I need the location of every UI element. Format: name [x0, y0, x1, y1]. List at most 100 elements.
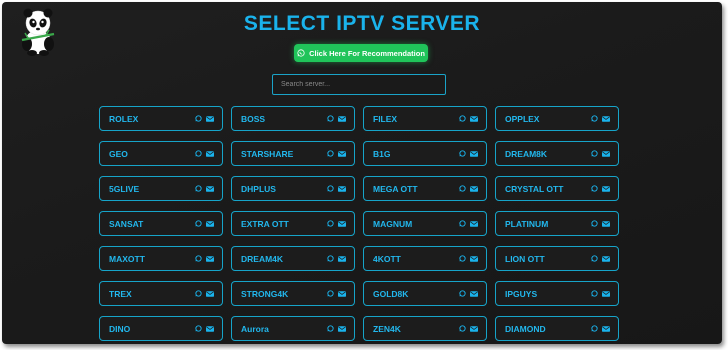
- server-name: BOSS: [241, 113, 266, 124]
- whatsapp-icon[interactable]: [327, 220, 334, 227]
- server-card[interactable]: DINO: [99, 316, 223, 341]
- server-card[interactable]: BOSS: [231, 106, 355, 131]
- mail-icon[interactable]: [470, 325, 478, 332]
- whatsapp-icon[interactable]: [195, 290, 202, 297]
- mail-icon[interactable]: [338, 150, 346, 157]
- mail-icon[interactable]: [602, 220, 610, 227]
- server-contact-icons: [591, 325, 610, 332]
- mail-icon[interactable]: [206, 220, 214, 227]
- server-card[interactable]: 5GLIVE: [99, 176, 223, 201]
- mail-icon[interactable]: [602, 325, 610, 332]
- server-name: TREX: [109, 288, 132, 299]
- server-card[interactable]: TREX: [99, 281, 223, 306]
- server-card[interactable]: LION OTT: [495, 246, 619, 271]
- server-card[interactable]: DIAMOND: [495, 316, 619, 341]
- server-contact-icons: [327, 185, 346, 192]
- whatsapp-icon[interactable]: [591, 290, 598, 297]
- server-card[interactable]: ROLEX: [99, 106, 223, 131]
- server-contact-icons: [591, 185, 610, 192]
- whatsapp-icon[interactable]: [327, 290, 334, 297]
- server-card[interactable]: 4KOTT: [363, 246, 487, 271]
- whatsapp-icon[interactable]: [591, 325, 598, 332]
- server-card[interactable]: B1G: [363, 141, 487, 166]
- whatsapp-icon[interactable]: [459, 325, 466, 332]
- whatsapp-icon[interactable]: [327, 325, 334, 332]
- server-card[interactable]: MEGA OTT: [363, 176, 487, 201]
- recommendation-button-label: Click Here For Recommendation: [309, 48, 425, 58]
- whatsapp-icon[interactable]: [591, 185, 598, 192]
- whatsapp-icon[interactable]: [459, 220, 466, 227]
- mail-icon[interactable]: [338, 115, 346, 122]
- server-contact-icons: [195, 255, 214, 262]
- mail-icon[interactable]: [206, 150, 214, 157]
- whatsapp-icon[interactable]: [195, 150, 202, 157]
- mail-icon[interactable]: [470, 255, 478, 262]
- server-card[interactable]: EXTRA OTT: [231, 211, 355, 236]
- server-card[interactable]: DREAM8K: [495, 141, 619, 166]
- server-card[interactable]: IPGUYS: [495, 281, 619, 306]
- server-card[interactable]: ZEN4K: [363, 316, 487, 341]
- whatsapp-icon[interactable]: [459, 185, 466, 192]
- server-card[interactable]: GOLD8K: [363, 281, 487, 306]
- mail-icon[interactable]: [602, 115, 610, 122]
- server-card[interactable]: FILEX: [363, 106, 487, 131]
- server-card[interactable]: PLATINUM: [495, 211, 619, 236]
- whatsapp-icon[interactable]: [591, 220, 598, 227]
- whatsapp-icon[interactable]: [195, 255, 202, 262]
- server-card[interactable]: DREAM4K: [231, 246, 355, 271]
- mail-icon[interactable]: [206, 325, 214, 332]
- server-card[interactable]: SANSAT: [99, 211, 223, 236]
- whatsapp-icon: [297, 49, 305, 57]
- whatsapp-icon[interactable]: [591, 150, 598, 157]
- server-card[interactable]: MAXOTT: [99, 246, 223, 271]
- mail-icon[interactable]: [470, 115, 478, 122]
- server-card[interactable]: CRYSTAL OTT: [495, 176, 619, 201]
- mail-icon[interactable]: [338, 255, 346, 262]
- mail-icon[interactable]: [602, 185, 610, 192]
- mail-icon[interactable]: [602, 150, 610, 157]
- mail-icon[interactable]: [470, 290, 478, 297]
- whatsapp-icon[interactable]: [195, 325, 202, 332]
- mail-icon[interactable]: [470, 150, 478, 157]
- mail-icon[interactable]: [206, 115, 214, 122]
- mail-icon[interactable]: [338, 220, 346, 227]
- whatsapp-icon[interactable]: [459, 290, 466, 297]
- mail-icon[interactable]: [602, 255, 610, 262]
- whatsapp-icon[interactable]: [459, 255, 466, 262]
- server-contact-icons: [591, 220, 610, 227]
- mail-icon[interactable]: [206, 255, 214, 262]
- mail-icon[interactable]: [338, 290, 346, 297]
- mail-icon[interactable]: [470, 220, 478, 227]
- server-card[interactable]: Aurora: [231, 316, 355, 341]
- server-card[interactable]: DHPLUS: [231, 176, 355, 201]
- whatsapp-icon[interactable]: [327, 255, 334, 262]
- server-name: EXTRA OTT: [241, 218, 289, 229]
- server-card[interactable]: OPPLEX: [495, 106, 619, 131]
- whatsapp-icon[interactable]: [459, 150, 466, 157]
- server-contact-icons: [327, 325, 346, 332]
- mail-icon[interactable]: [206, 290, 214, 297]
- mail-icon[interactable]: [338, 325, 346, 332]
- whatsapp-icon[interactable]: [195, 220, 202, 227]
- server-card[interactable]: STARSHARE: [231, 141, 355, 166]
- whatsapp-icon[interactable]: [195, 115, 202, 122]
- server-card[interactable]: MAGNUM: [363, 211, 487, 236]
- server-contact-icons: [327, 220, 346, 227]
- server-name: STRONG4K: [241, 288, 289, 299]
- search-input[interactable]: [272, 74, 446, 95]
- mail-icon[interactable]: [602, 290, 610, 297]
- server-card[interactable]: STRONG4K: [231, 281, 355, 306]
- whatsapp-icon[interactable]: [195, 185, 202, 192]
- whatsapp-icon[interactable]: [327, 115, 334, 122]
- whatsapp-icon[interactable]: [591, 115, 598, 122]
- whatsapp-icon[interactable]: [591, 255, 598, 262]
- whatsapp-icon[interactable]: [327, 185, 334, 192]
- server-card[interactable]: GEO: [99, 141, 223, 166]
- recommendation-button[interactable]: Click Here For Recommendation: [294, 44, 428, 62]
- mail-icon[interactable]: [206, 185, 214, 192]
- mail-icon[interactable]: [470, 185, 478, 192]
- whatsapp-icon[interactable]: [327, 150, 334, 157]
- mail-icon[interactable]: [338, 185, 346, 192]
- whatsapp-icon[interactable]: [459, 115, 466, 122]
- server-name: ROLEX: [109, 113, 139, 124]
